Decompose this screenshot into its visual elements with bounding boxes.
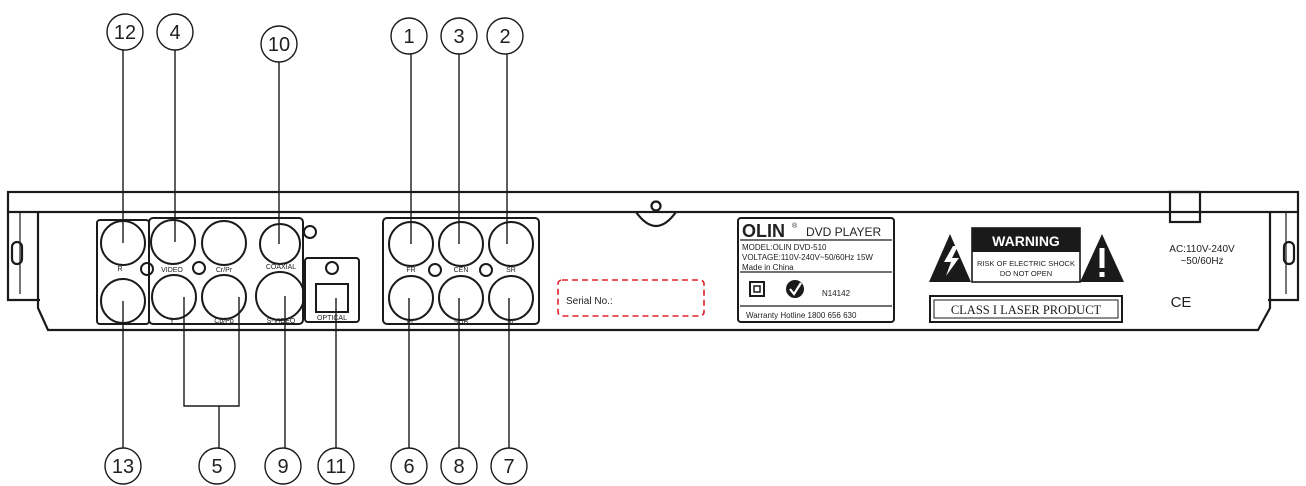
callouts bbox=[104, 13, 528, 485]
callout-8: 8 bbox=[453, 456, 464, 478]
callout-9: 9 bbox=[277, 456, 288, 478]
jack-video bbox=[150, 219, 196, 265]
surround-dot-1 bbox=[428, 263, 442, 277]
label-sl: SL bbox=[507, 319, 516, 326]
brand-registered-mark: ® bbox=[792, 222, 798, 230]
warranty-hotline: Warranty Hotline 1800 656 630 bbox=[746, 311, 857, 320]
label-fl: FL bbox=[407, 319, 415, 326]
surround-dot-2 bbox=[479, 263, 493, 277]
voltage-text: VOLTAGE:110V-240V~50/60Hz 15W bbox=[742, 253, 873, 262]
callout-leaders bbox=[122, 48, 510, 452]
origin-text: Made in China bbox=[742, 263, 794, 272]
model-text: MODEL:OLIN DVD-510 bbox=[742, 243, 827, 252]
callout-11: 11 bbox=[326, 456, 347, 478]
ac-voltage: AC:110V-240V bbox=[1169, 244, 1235, 255]
label-cb-pb: Cb/Pb bbox=[214, 318, 234, 325]
label-r: R bbox=[117, 266, 122, 273]
caution-triangle-icon bbox=[1080, 234, 1124, 282]
callout-7: 7 bbox=[503, 456, 514, 478]
warning-line-1: RISK OF ELECTRIC SHOCK bbox=[977, 259, 1075, 268]
ce-mark: CE bbox=[1171, 294, 1192, 311]
jack-sr bbox=[488, 221, 534, 267]
callout-12: 12 bbox=[114, 22, 136, 44]
electric-shock-triangle-icon bbox=[929, 234, 971, 282]
label-sr: SR bbox=[506, 267, 516, 274]
jack-cen bbox=[438, 221, 484, 267]
ac-frequency: ~50/60Hz bbox=[1180, 256, 1223, 267]
jack-sub bbox=[438, 275, 484, 321]
power-cord-tab bbox=[1168, 190, 1202, 224]
diagram-canvas: R VIDEO Cr/Pr Y Cb/Pb COAXIAL S-VIDEO OP… bbox=[6, 13, 1300, 485]
callout-1: 1 bbox=[403, 26, 414, 48]
brand-logo: OLIN bbox=[742, 221, 785, 241]
center-screw-tab bbox=[635, 211, 677, 228]
product-name: DVD PLAYER bbox=[806, 225, 881, 239]
double-insulation-icon bbox=[749, 281, 765, 297]
jack-coaxial bbox=[259, 223, 301, 265]
jack-fl bbox=[388, 275, 434, 321]
callout-4: 4 bbox=[169, 22, 180, 44]
jack-sl bbox=[488, 275, 534, 321]
optical-port bbox=[315, 283, 349, 313]
approval-code: N14142 bbox=[822, 289, 851, 298]
screw-dot bbox=[303, 225, 317, 239]
warning-label: WARNING RISK OF ELECTRIC SHOCK DO NOT OP… bbox=[929, 227, 1124, 323]
label-optical: OPTICAL bbox=[317, 315, 347, 322]
optical-dot bbox=[325, 261, 339, 275]
serial-label: Serial No.: bbox=[566, 296, 613, 307]
callout-10: 10 bbox=[268, 34, 290, 56]
center-screw-hole bbox=[650, 200, 662, 212]
label-sub: SUB bbox=[454, 319, 469, 326]
label-fr: FR bbox=[406, 267, 415, 274]
callout-2: 2 bbox=[499, 26, 510, 48]
label-video: VIDEO bbox=[161, 267, 183, 274]
laser-label-text: CLASS I LASER PRODUCT bbox=[951, 303, 1102, 317]
rating-plate: OLIN ® DVD PLAYER MODEL:OLIN DVD-510 VOL… bbox=[737, 217, 895, 323]
jack-divider-dot bbox=[140, 262, 154, 276]
compliance-tick-icon bbox=[786, 280, 804, 298]
label-cen: CEN bbox=[454, 267, 469, 274]
label-cr-pr: Cr/Pr bbox=[216, 267, 233, 274]
leader-5-bracket bbox=[183, 297, 240, 407]
callout-13: 13 bbox=[112, 456, 134, 478]
jack-cr-pr bbox=[201, 220, 247, 266]
video-divider-dot bbox=[192, 261, 206, 275]
jack-y bbox=[151, 274, 197, 320]
warning-title: WARNING bbox=[992, 233, 1060, 249]
label-s-video: S-VIDEO bbox=[267, 318, 296, 325]
jack-s-video bbox=[255, 271, 305, 321]
callout-6: 6 bbox=[403, 456, 414, 478]
dvd-rear-panel-diagram: R VIDEO Cr/Pr Y Cb/Pb COAXIAL S-VIDEO OP… bbox=[0, 0, 1306, 486]
warning-line-2: DO NOT OPEN bbox=[1000, 269, 1052, 278]
callout-3: 3 bbox=[453, 26, 464, 48]
label-coaxial: COAXIAL bbox=[266, 264, 296, 271]
label-y: Y bbox=[170, 318, 175, 325]
callout-5: 5 bbox=[211, 456, 222, 478]
